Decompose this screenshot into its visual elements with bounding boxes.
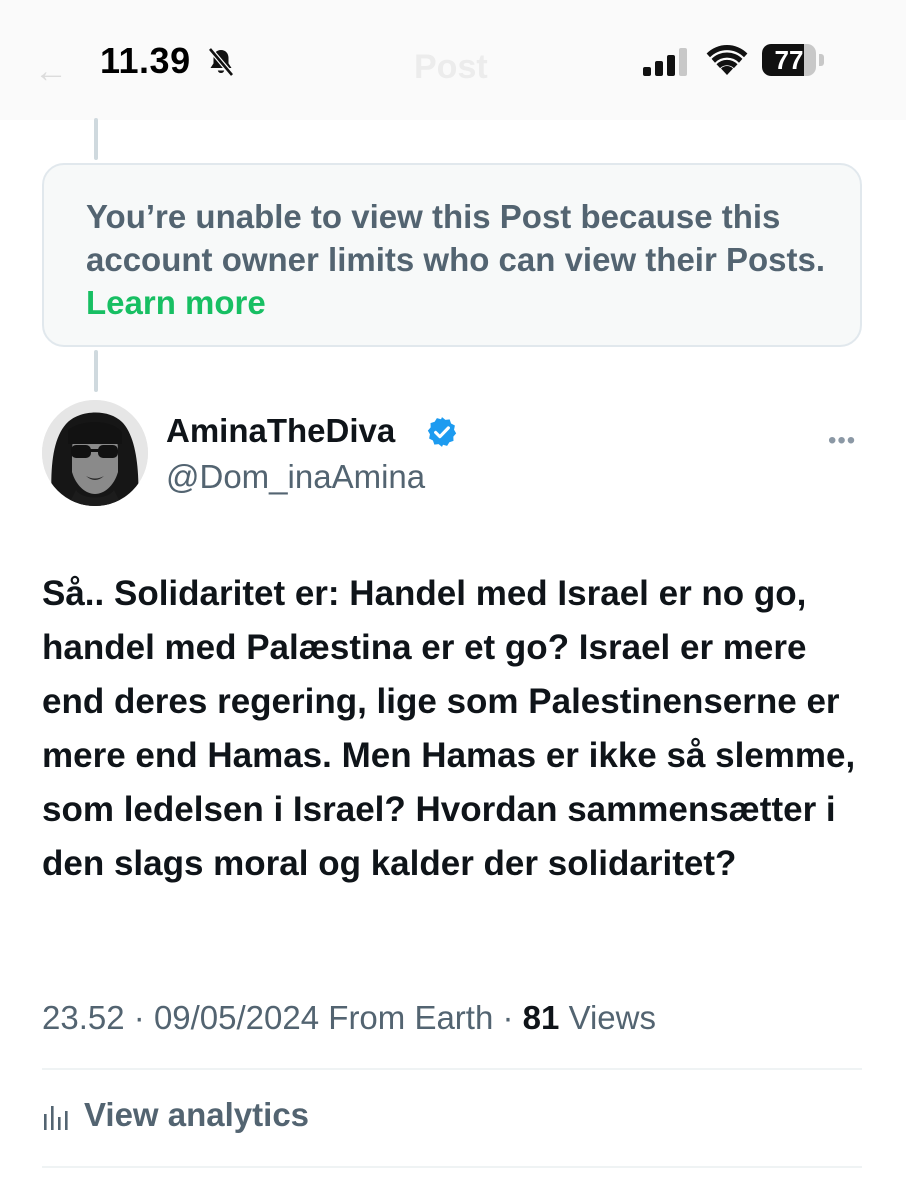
cellular-signal-icon: [643, 48, 687, 76]
status-time: 11.39: [100, 40, 191, 81]
user-handle[interactable]: @Dom_inaAmina: [166, 458, 425, 496]
views-count: 81: [522, 999, 560, 1036]
post-meta: 23.52 · 09/05/2024 From Earth · 81 Views: [42, 999, 656, 1037]
bell-slash-icon: [208, 47, 234, 77]
thread-line-middle: [94, 350, 98, 392]
meta-separator: ·: [502, 999, 514, 1036]
status-bar: ← Post 11.39 77: [0, 0, 906, 120]
views-label: Views: [568, 999, 656, 1036]
view-analytics-label: View analytics: [84, 1096, 310, 1133]
divider: [42, 1068, 862, 1070]
back-arrow-icon[interactable]: ←: [34, 52, 68, 91]
unavailable-post-notice: You’re unable to view this Post because …: [42, 163, 862, 347]
battery-level: 77: [774, 45, 804, 75]
learn-more-link[interactable]: Learn more: [86, 284, 266, 321]
more-options-icon[interactable]: •••: [828, 427, 856, 455]
divider: [42, 1166, 862, 1168]
notice-message: You’re unable to view this Post because …: [86, 198, 826, 278]
verified-badge-icon[interactable]: [425, 415, 459, 449]
post-time[interactable]: 23.52: [42, 999, 125, 1036]
nav-title: Post: [414, 48, 488, 86]
post-source: From Earth: [328, 999, 494, 1036]
meta-separator: ·: [133, 999, 145, 1036]
display-name[interactable]: AminaTheDiva: [166, 412, 395, 450]
battery-indicator: 77: [762, 44, 826, 78]
analytics-bar-chart-icon: [44, 1106, 68, 1130]
avatar[interactable]: [42, 400, 148, 506]
avatar-image: [42, 400, 148, 506]
wifi-icon: [706, 45, 748, 75]
thread-line-top: [94, 118, 98, 160]
post-date[interactable]: 09/05/2024: [154, 999, 319, 1036]
post-text: Så.. Solidaritet er: Handel med Israel e…: [42, 574, 856, 883]
